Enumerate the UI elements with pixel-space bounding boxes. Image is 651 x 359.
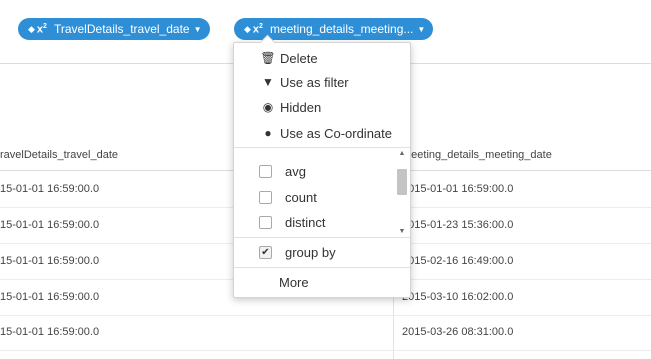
checkbox[interactable] — [259, 190, 272, 204]
menu-divider — [234, 147, 410, 148]
filter-icon: ▼ — [262, 75, 274, 89]
scrollbar-thumb[interactable] — [397, 169, 407, 195]
aggregation-scrollbar[interactable]: ▲ ▼ — [395, 149, 409, 237]
checkbox[interactable] — [259, 215, 272, 229]
aggregation-label: avg — [285, 163, 306, 179]
scroll-up-arrow-icon[interactable]: ▲ — [395, 149, 409, 159]
group-by-option[interactable]: ✔ group by — [234, 239, 410, 265]
table-cell: 15-01-01 16:59:00.0 — [0, 291, 100, 303]
table-cell: 15-01-01 16:59:00.0 — [0, 183, 100, 195]
menu-divider — [234, 267, 410, 268]
checkbox-checked[interactable]: ✔ — [259, 245, 272, 259]
menu-item-use-as-filter[interactable]: ▼ Use as filter — [234, 70, 410, 94]
menu-item-label: Delete — [280, 50, 318, 66]
eye-slash-icon: ◉ — [262, 100, 274, 114]
menu-divider — [234, 237, 410, 238]
function-icon: x2 — [36, 22, 47, 36]
aggregation-count[interactable]: count — [234, 184, 394, 210]
table-cell: 2015-02-16 16:49:00.0 — [402, 255, 514, 267]
table-cell: 2015-03-10 16:02:00.0 — [402, 291, 514, 303]
row-divider — [0, 350, 651, 351]
aggregation-label: count — [285, 189, 317, 205]
column-chip-travel-date[interactable]: ◆ x2 TravelDetails_travel_date ▼ — [18, 18, 210, 40]
menu-item-use-as-coordinate[interactable]: ● Use as Co-ordinate — [234, 121, 410, 145]
aggregation-avg[interactable]: avg — [234, 158, 394, 184]
table-cell: 15-01-01 16:59:00.0 — [0, 326, 100, 338]
aggregation-distinct[interactable]: distinct — [234, 209, 394, 235]
table-cell: 2015-03-26 08:31:00.0 — [402, 326, 514, 338]
table-cell: 2015-01-01 16:59:00.0 — [402, 183, 514, 195]
chip-label: meeting_details_meeting... — [269, 22, 414, 36]
menu-item-hidden[interactable]: ◉ Hidden — [234, 95, 410, 119]
menu-item-label: Use as filter — [280, 74, 349, 90]
column-options-dropdown: 🗑 Delete ▼ Use as filter ◉ Hidden ● Use … — [233, 42, 411, 298]
chip-label: TravelDetails_travel_date — [53, 22, 190, 36]
sort-icon: ◆ — [244, 23, 251, 34]
column-header-travel-date[interactable]: ravelDetails_travel_date — [0, 140, 118, 170]
group-by-label: group by — [285, 244, 336, 260]
sort-icon: ◆ — [28, 23, 35, 34]
aggregation-label: distinct — [285, 214, 326, 230]
table-cell: 15-01-01 16:59:00.0 — [0, 219, 100, 231]
table-cell: 15-01-01 16:59:00.0 — [0, 255, 100, 267]
column-header-meeting-date[interactable]: meeting_details_meeting_date — [402, 140, 552, 170]
caret-down-icon[interactable]: ▼ — [194, 25, 202, 34]
menu-item-label: Hidden — [280, 99, 322, 115]
menu-item-label: Use as Co-ordinate — [280, 125, 392, 141]
checkbox[interactable] — [259, 164, 272, 178]
scroll-down-arrow-icon[interactable]: ▼ — [395, 227, 409, 237]
aggregation-list: avg count distinct — [234, 149, 410, 237]
more-label: More — [279, 274, 309, 290]
more-option[interactable]: More — [234, 269, 410, 295]
caret-down-icon[interactable]: ▼ — [417, 25, 425, 34]
table-cell: 2015-01-23 15:36:00.0 — [402, 219, 514, 231]
globe-icon: ● — [264, 126, 272, 140]
menu-item-delete[interactable]: 🗑 Delete — [234, 46, 410, 70]
function-icon: x2 — [252, 22, 263, 36]
trash-icon: 🗑 — [260, 51, 276, 65]
